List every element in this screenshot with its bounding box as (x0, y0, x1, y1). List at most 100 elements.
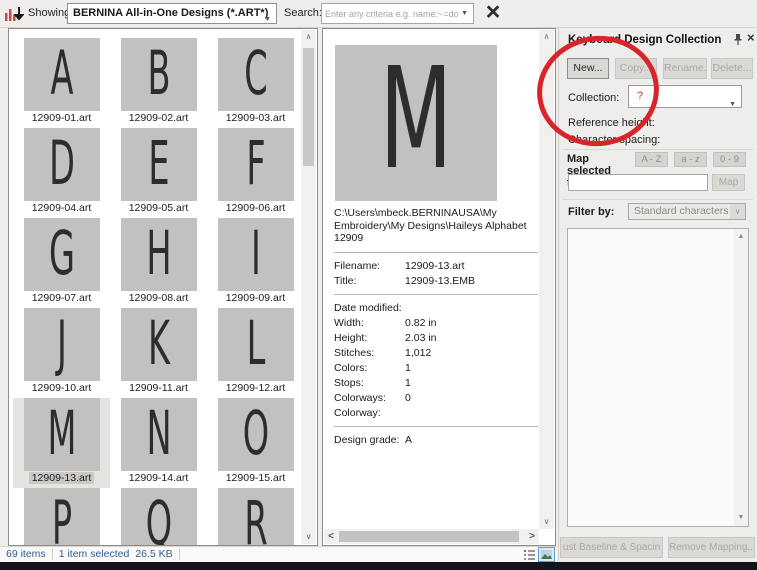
design-item-I[interactable]: I12909-09.art (207, 218, 302, 308)
design-thumbnail: Q (121, 488, 197, 545)
field-value: 1 (405, 376, 541, 391)
design-filename: 12909-04.art (29, 202, 95, 214)
delete-collection-button[interactable]: Delete... (711, 58, 753, 79)
design-thumbnail: R (218, 488, 294, 545)
letter-glyph: R (235, 488, 277, 545)
design-thumbnail: E (121, 128, 197, 201)
design-item-A[interactable]: A12909-01.art (13, 38, 110, 128)
range-digits-label: 0 - 9 (720, 154, 739, 165)
clear-search-button[interactable]: × (479, 0, 507, 27)
range-upper-label: A - Z (641, 154, 661, 165)
separator (334, 426, 538, 427)
design-grid: A12909-01.art B12909-02.art C12909-03.ar… (10, 29, 302, 545)
map-button[interactable]: Map (712, 174, 745, 191)
design-filename: 12909-11.art (126, 382, 191, 394)
details-horizontal-scrollbar[interactable]: < > (324, 529, 539, 544)
panel-close-button[interactable]: × (747, 30, 755, 45)
showing-dropdown[interactable]: BERNINA All-in-One Designs (*.ART*) ▼ (67, 3, 277, 24)
letter-glyph: M (41, 398, 83, 469)
design-item-H[interactable]: H12909-08.art (110, 218, 207, 308)
field-label: Filename: (334, 259, 405, 274)
letter-glyph: E (138, 128, 180, 199)
design-thumbnail: H (121, 218, 197, 291)
scroll-up-icon[interactable]: ∧ (301, 30, 316, 44)
map-range-digits-button[interactable]: 0 - 9 (713, 152, 746, 167)
design-item-O[interactable]: O12909-15.art (207, 398, 302, 488)
design-item-K[interactable]: K12909-11.art (110, 308, 207, 398)
status-bar: 69 items1 item selected26.5 KB (0, 546, 557, 562)
design-item-N[interactable]: N12909-14.art (110, 398, 207, 488)
map-characters-input[interactable] (568, 174, 708, 191)
design-filename: 12909-01.art (29, 112, 95, 124)
rename-collection-button[interactable]: Rename... (663, 58, 707, 79)
pin-icon[interactable] (733, 33, 743, 45)
map-button-label: Map (719, 177, 738, 188)
design-item-E[interactable]: E12909-05.art (110, 128, 207, 218)
scrollbar-thumb[interactable] (339, 531, 519, 542)
field-value: 1,012 (405, 346, 541, 361)
remove-mapping-button[interactable]: Remove Mapping... (668, 537, 755, 558)
thumbnail-view-icon[interactable] (538, 547, 555, 562)
grid-vertical-scrollbar[interactable]: ∧ ∨ (301, 30, 316, 544)
scroll-down-icon[interactable]: ▼ (734, 512, 748, 524)
scroll-down-icon[interactable]: ∨ (301, 530, 316, 544)
design-item-C[interactable]: C12909-03.art (207, 38, 302, 128)
field-label: Date modified: (334, 301, 405, 316)
search-input[interactable] (325, 5, 459, 22)
design-item-M-selected[interactable]: M12909-13.art (13, 398, 110, 488)
delete-button-label: Delete... (712, 62, 751, 74)
scroll-down-icon[interactable]: ∨ (539, 515, 554, 529)
field-label: Colorway: (334, 406, 405, 421)
search-label: Search: (284, 7, 322, 19)
field-label: Title: (334, 274, 405, 289)
scroll-left-icon[interactable]: < (324, 529, 338, 544)
design-thumbnail: F (218, 128, 294, 201)
design-item-Q[interactable]: Q (110, 488, 207, 545)
list-vertical-scrollbar[interactable]: ▲ ▼ (734, 229, 748, 526)
letter-glyph: G (41, 218, 83, 289)
design-path: C:\Users\mbeck.BERNINAUSA\My Embroidery\… (334, 207, 541, 245)
design-filename: 12909-07.art (29, 292, 95, 304)
rename-button-label: Rename... (664, 62, 707, 74)
mapping-list[interactable]: ▲ ▼ (567, 228, 749, 527)
letter-glyph: Q (138, 488, 180, 545)
scroll-up-icon[interactable]: ▲ (734, 231, 748, 243)
design-thumbnail: J (24, 308, 100, 381)
adjust-button-label: ust Baseline & Spacin (563, 542, 660, 553)
design-item-G[interactable]: G 12909-07.art (13, 218, 110, 308)
design-item-F[interactable]: F12909-06.art (207, 128, 302, 218)
letter-glyph: L (235, 308, 277, 379)
filter-dropdown[interactable]: Standard characters ∨ (628, 203, 746, 220)
letter-glyph: D (41, 128, 83, 199)
adjust-baseline-spacing-button[interactable]: ust Baseline & Spacin (560, 537, 663, 558)
design-filename: 12909-15.art (223, 472, 289, 484)
map-range-upper-button[interactable]: A - Z (635, 152, 668, 167)
scroll-right-icon[interactable]: > (525, 529, 539, 544)
field-value: 12909-13.EMB (405, 274, 541, 289)
divider (52, 549, 53, 560)
design-item-R[interactable]: R (207, 488, 302, 545)
letter-glyph: B (138, 38, 180, 109)
design-thumbnail: P (24, 488, 100, 545)
letter-glyph: C (235, 38, 277, 109)
field-label: Height: (334, 331, 405, 346)
design-item-B[interactable]: B12909-02.art (110, 38, 207, 128)
design-info: C:\Users\mbeck.BERNINAUSA\My Embroidery\… (334, 207, 541, 448)
field-value (405, 301, 541, 316)
design-preview-image: M (335, 45, 497, 201)
map-range-lower-button[interactable]: a - z (674, 152, 707, 167)
list-view-icon[interactable] (523, 548, 536, 561)
field-value (405, 406, 541, 421)
close-icon: × (747, 30, 755, 45)
sort-bars-icon[interactable] (3, 4, 24, 24)
scrollbar-thumb[interactable] (303, 48, 314, 166)
remove-mapping-label: Remove Mapping... (669, 542, 755, 553)
design-item-D[interactable]: D 12909-04.art (13, 128, 110, 218)
chevron-down-icon: ▼ (461, 10, 468, 17)
field-value: A (405, 433, 541, 448)
design-item-J[interactable]: J12909-10.art (13, 308, 110, 398)
design-item-L[interactable]: L12909-12.art (207, 308, 302, 398)
design-item-P[interactable]: P (13, 488, 110, 545)
scroll-up-icon[interactable]: ∧ (539, 30, 554, 44)
design-filename: 12909-14.art (126, 472, 192, 484)
